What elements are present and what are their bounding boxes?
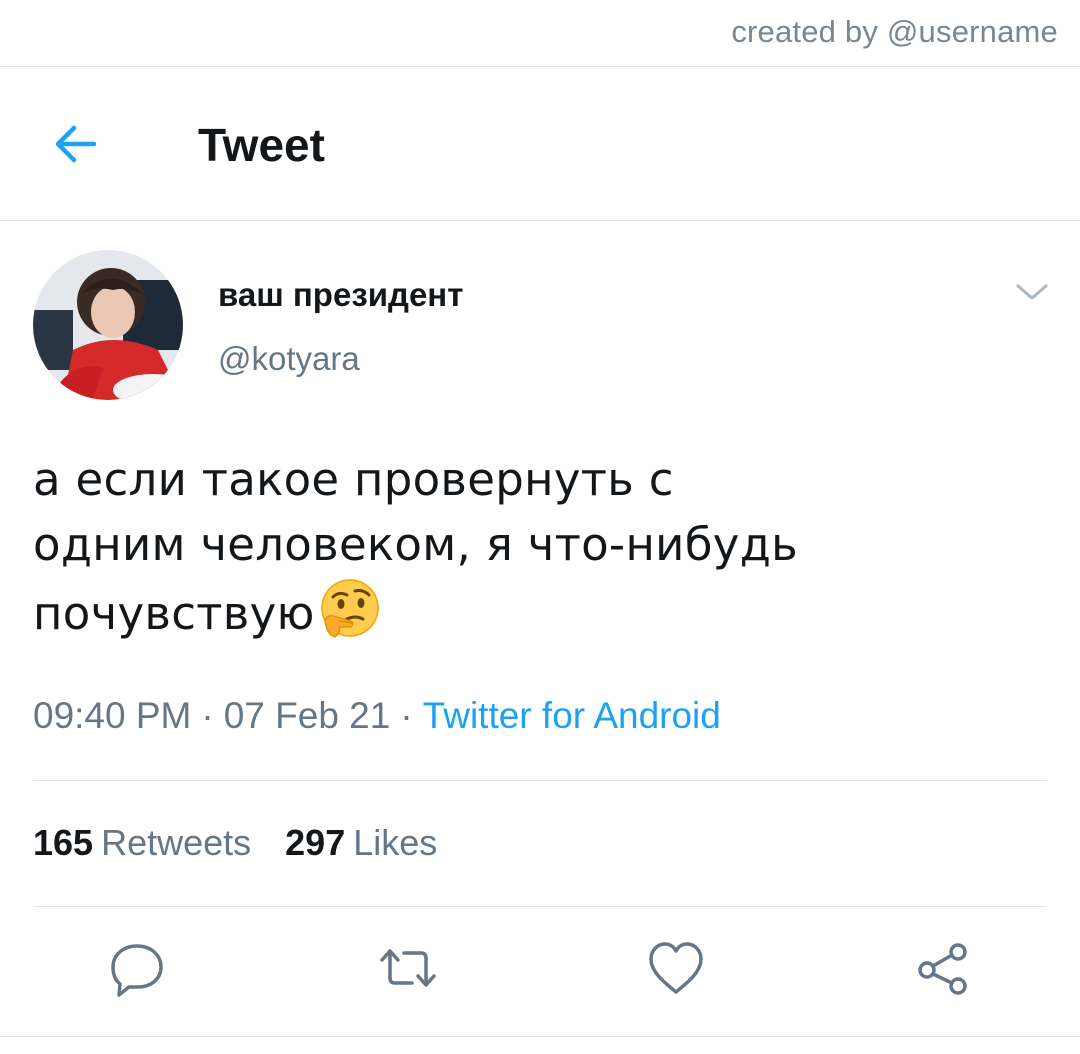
tweet-text: а если такое провернуть с одним человеко… bbox=[33, 447, 1048, 646]
retweets-stat[interactable]: 165 Retweets bbox=[33, 822, 251, 863]
arrow-left-icon bbox=[55, 125, 97, 163]
divider bbox=[0, 1036, 1080, 1037]
retweets-count: 165 bbox=[33, 822, 94, 863]
author-handle[interactable]: @kotyara bbox=[218, 340, 360, 378]
heart-icon bbox=[649, 942, 703, 994]
tweet-line: а если такое провернуть с bbox=[33, 453, 674, 506]
likes-label: Likes bbox=[353, 822, 438, 863]
page-title: Tweet bbox=[198, 119, 325, 171]
share-icon bbox=[918, 943, 967, 995]
likes-stat[interactable]: 297 Likes bbox=[285, 822, 437, 863]
author-display-name[interactable]: ваш президент bbox=[218, 276, 463, 314]
share-button[interactable] bbox=[914, 938, 974, 998]
tweet-source-link[interactable]: Twitter for Android bbox=[423, 695, 721, 736]
thinking-face-icon bbox=[320, 579, 379, 638]
like-button[interactable] bbox=[646, 938, 706, 998]
tweet-time: 09:40 PM bbox=[33, 695, 192, 736]
reply-button[interactable] bbox=[107, 938, 167, 998]
tweet-date: 07 Feb 21 bbox=[223, 695, 391, 736]
retweet-button[interactable] bbox=[378, 938, 438, 998]
reply-icon bbox=[111, 944, 163, 997]
avatar[interactable] bbox=[33, 250, 183, 400]
tweet-line-last: почувствую bbox=[33, 577, 1048, 646]
divider bbox=[0, 66, 1080, 67]
watermark: created by @username bbox=[731, 14, 1058, 49]
tweet-stats: 165 Retweets 297 Likes bbox=[33, 822, 437, 864]
retweet-icon bbox=[380, 949, 436, 987]
chevron-down-icon bbox=[1016, 284, 1048, 300]
avatar-photo bbox=[33, 250, 183, 400]
tweet-meta: 09:40 PM · 07 Feb 21 · Twitter for Android bbox=[33, 695, 721, 737]
tweet-menu-button[interactable] bbox=[1014, 280, 1050, 304]
top-bar: Tweet bbox=[0, 68, 1080, 220]
retweets-label: Retweets bbox=[101, 822, 252, 863]
divider bbox=[33, 906, 1047, 907]
tweet-line: почувствую bbox=[33, 587, 315, 640]
meta-separator: · bbox=[201, 695, 214, 736]
likes-count: 297 bbox=[285, 822, 346, 863]
meta-separator: · bbox=[400, 695, 413, 736]
tweet-line: одним человеком, я что-нибудь bbox=[33, 518, 798, 571]
back-button[interactable] bbox=[50, 120, 104, 168]
divider bbox=[33, 780, 1047, 781]
divider bbox=[0, 220, 1080, 221]
